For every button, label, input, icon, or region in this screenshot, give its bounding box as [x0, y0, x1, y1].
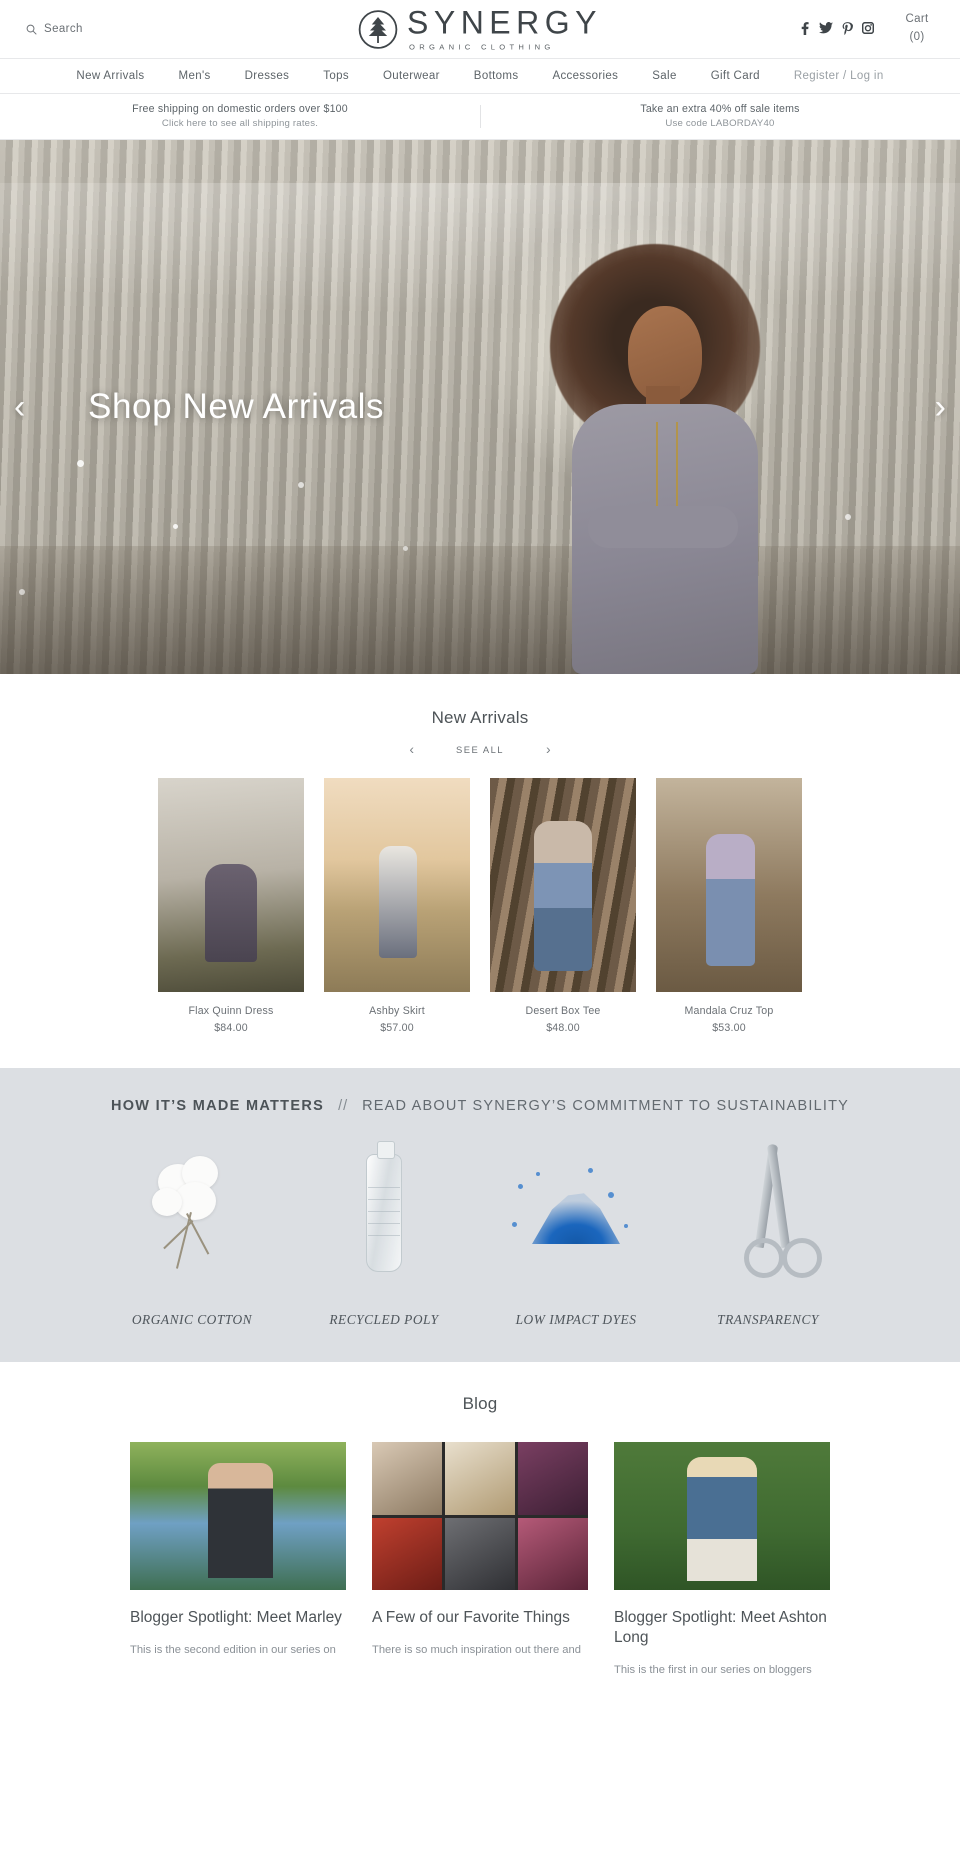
sustainability-item-transparency[interactable]: TRANSPARENCY [672, 1138, 864, 1328]
facebook-icon[interactable] [799, 21, 810, 37]
blog-post-excerpt: This is the first in our series on blogg… [614, 1663, 812, 1676]
instagram-icon[interactable] [861, 21, 875, 36]
header-right-group: Cart (0) [799, 11, 934, 47]
new-arrivals-carousel-controls: ‹ SEE ALL › [0, 742, 960, 756]
nav-item-tops[interactable]: Tops [306, 70, 366, 82]
product-name: Mandala Cruz Top [684, 1005, 774, 1017]
promo-shipping-title: Free shipping on domestic orders over $1… [132, 102, 348, 115]
promo-shipping-link[interactable]: Click here to see all shipping rates. [0, 117, 480, 132]
blog-post-card[interactable]: A Few of our Favorite Things There is so… [372, 1442, 588, 1678]
nav-item-outerwear[interactable]: Outerwear [366, 70, 457, 82]
nav-item-register-login[interactable]: Register / Log in [777, 70, 901, 82]
product-image[interactable] [656, 778, 802, 992]
nav-item-mens[interactable]: Men's [162, 70, 228, 82]
blog-post-image[interactable] [130, 1442, 346, 1590]
carousel-prev-arrow[interactable]: ‹ [409, 742, 414, 756]
promo-bar: Free shipping on domestic orders over $1… [0, 94, 960, 140]
plastic-bottle-icon [304, 1138, 464, 1288]
dye-powder-icon [496, 1138, 656, 1288]
new-arrivals-section: New Arrivals ‹ SEE ALL › Flax Quinn Dres… [0, 674, 960, 1068]
blog-post-image[interactable] [614, 1442, 830, 1590]
product-name: Ashby Skirt [369, 1005, 425, 1017]
sustainability-label: LOW IMPACT DYES [515, 1312, 637, 1327]
nav-item-new-arrivals[interactable]: New Arrivals [59, 70, 161, 82]
hero-model-figure [510, 244, 810, 674]
search-icon [26, 24, 37, 35]
blog-post-grid: Blogger Spotlight: Meet Marley This is t… [0, 1442, 960, 1678]
blog-post-heading[interactable]: Blogger Spotlight: Meet Ashton Long [614, 1608, 830, 1648]
nav-item-sale[interactable]: Sale [635, 70, 693, 82]
logo-tagline: ORGANIC CLOTHING [409, 42, 555, 52]
carousel-next-arrow[interactable]: › [546, 742, 551, 756]
search-input[interactable]: Search [26, 23, 226, 35]
blog-section: Blog Blogger Spotlight: Meet Marley This… [0, 1362, 960, 1689]
search-label: Search [44, 23, 83, 35]
product-grid: Flax Quinn Dress $84.00 Ashby Skirt $57.… [0, 778, 960, 1068]
promo-sale[interactable]: Take an extra 40% off sale items Use cod… [480, 101, 960, 132]
promo-sale-code: Use code LABORDAY40 [665, 118, 775, 130]
scissors-icon [688, 1138, 848, 1288]
cart-label: Cart [905, 13, 929, 26]
product-card[interactable]: Ashby Skirt $57.00 [324, 778, 470, 1034]
sustainability-items: ORGANIC COTTON RECYCLED POLY LOW IMPACT … [30, 1138, 930, 1328]
sustainability-label: RECYCLED POLY [329, 1312, 439, 1327]
pinterest-icon[interactable] [842, 21, 853, 37]
nav-item-bottoms[interactable]: Bottoms [457, 70, 536, 82]
sustainability-item-low-impact-dyes[interactable]: LOW IMPACT DYES [480, 1138, 672, 1328]
new-arrivals-title: New Arrivals [431, 708, 529, 727]
twitter-icon[interactable] [819, 22, 833, 36]
sustainability-label: TRANSPARENCY [717, 1312, 819, 1327]
product-price: $57.00 [380, 1022, 414, 1034]
sustainability-headline-strong: HOW IT’S MADE MATTERS [110, 1098, 325, 1114]
product-card[interactable]: Flax Quinn Dress $84.00 [158, 778, 304, 1034]
product-price: $53.00 [712, 1022, 746, 1034]
tree-logo-icon [358, 9, 398, 49]
blog-post-heading[interactable]: Blogger Spotlight: Meet Marley [130, 1608, 346, 1628]
product-image[interactable] [324, 778, 470, 992]
blog-post-image[interactable] [372, 1442, 588, 1590]
cart-count: (0) [909, 31, 925, 43]
cart-button[interactable]: Cart (0) [900, 11, 934, 47]
product-name: Flax Quinn Dress [188, 1005, 274, 1017]
blog-post-card[interactable]: Blogger Spotlight: Meet Marley This is t… [130, 1442, 346, 1678]
social-links [799, 21, 875, 37]
hero-next-arrow[interactable]: › [935, 390, 946, 424]
product-price: $84.00 [214, 1022, 248, 1034]
hero-prev-arrow[interactable]: ‹ [14, 390, 25, 424]
blog-title: Blog [462, 1394, 498, 1413]
site-header: Search SYNERGY ORGANIC CLOTHING Cart (0) [0, 0, 960, 58]
blog-post-card[interactable]: Blogger Spotlight: Meet Ashton Long This… [614, 1442, 830, 1678]
sustainability-headline-link[interactable]: READ ABOUT SYNERGY’S COMMITMENT TO SUSTA… [362, 1098, 849, 1114]
see-all-link[interactable]: SEE ALL [456, 744, 504, 755]
product-card[interactable]: Desert Box Tee $48.00 [490, 778, 636, 1034]
site-logo[interactable]: SYNERGY ORGANIC CLOTHING [358, 7, 602, 52]
sustainability-item-organic-cotton[interactable]: ORGANIC COTTON [96, 1138, 288, 1328]
product-price: $48.00 [546, 1022, 580, 1034]
product-card[interactable]: Mandala Cruz Top $53.00 [656, 778, 802, 1034]
promo-sale-title: Take an extra 40% off sale items [640, 102, 800, 115]
product-image[interactable] [490, 778, 636, 992]
blog-post-heading[interactable]: A Few of our Favorite Things [372, 1608, 588, 1628]
nav-item-accessories[interactable]: Accessories [535, 70, 635, 82]
nav-item-gift-card[interactable]: Gift Card [694, 70, 777, 82]
logo-wordmark: SYNERGY [407, 4, 602, 41]
sustainability-headline-separator: // [338, 1098, 349, 1114]
promo-shipping[interactable]: Free shipping on domestic orders over $1… [0, 101, 480, 132]
blog-post-excerpt: There is so much inspiration out there a… [372, 1643, 581, 1656]
sustainability-band: HOW IT’S MADE MATTERS // READ ABOUT SYNE… [0, 1068, 960, 1362]
blog-post-excerpt: This is the second edition in our series… [130, 1643, 336, 1656]
hero-slideshow[interactable]: Shop New Arrivals ‹ › [0, 140, 960, 674]
sustainability-label: ORGANIC COTTON [131, 1312, 253, 1327]
product-image[interactable] [158, 778, 304, 992]
sustainability-headline[interactable]: HOW IT’S MADE MATTERS // READ ABOUT SYNE… [30, 1098, 930, 1138]
sustainability-item-recycled-poly[interactable]: RECYCLED POLY [288, 1138, 480, 1328]
product-name: Desert Box Tee [525, 1005, 601, 1017]
cotton-boll-icon [112, 1138, 272, 1288]
hero-caption[interactable]: Shop New Arrivals [88, 387, 384, 427]
main-navigation: New Arrivals Men's Dresses Tops Outerwea… [0, 58, 960, 94]
nav-item-dresses[interactable]: Dresses [228, 70, 307, 82]
